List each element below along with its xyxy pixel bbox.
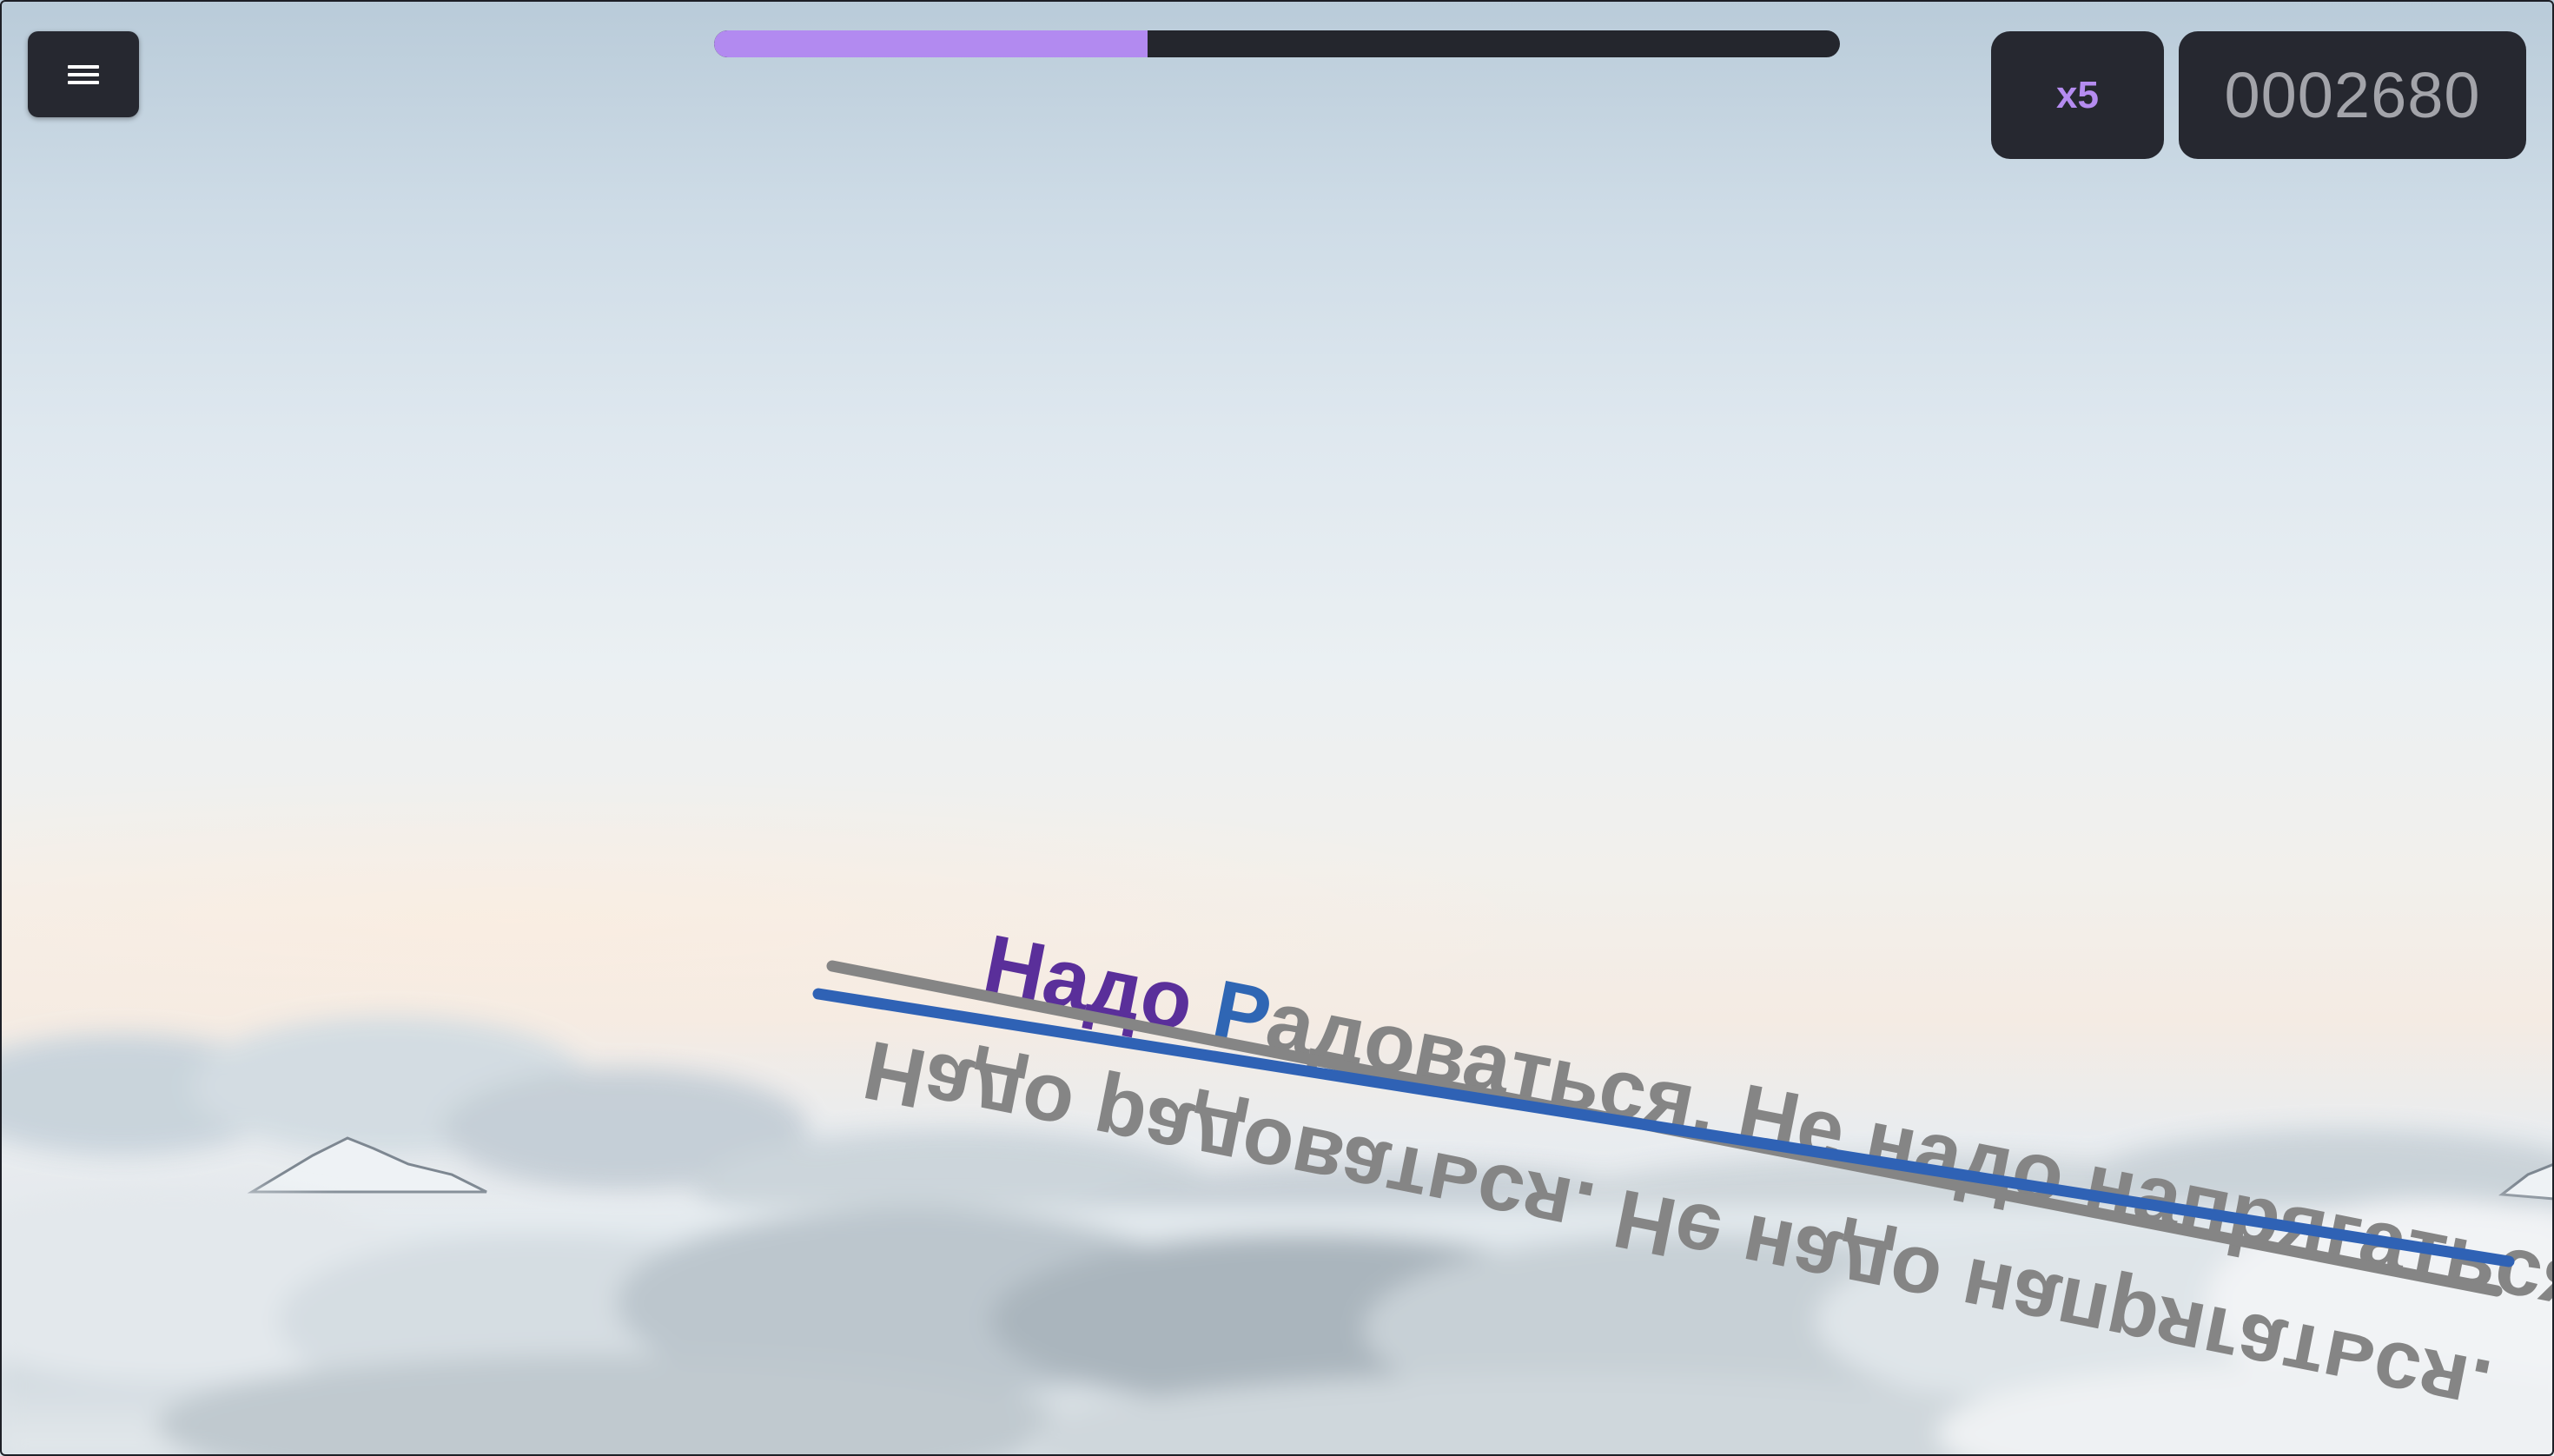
lyric-layer: Надо Радоваться. Не надо напрягаться. На… xyxy=(812,917,2554,1435)
song-progress-bar xyxy=(714,30,1840,57)
score-multiplier: x5 xyxy=(1991,31,2164,159)
menu-button[interactable] xyxy=(28,31,139,117)
score-counter: 0002680 xyxy=(2179,31,2526,159)
hamburger-menu-icon xyxy=(68,64,99,84)
song-progress-fill xyxy=(714,30,1148,57)
